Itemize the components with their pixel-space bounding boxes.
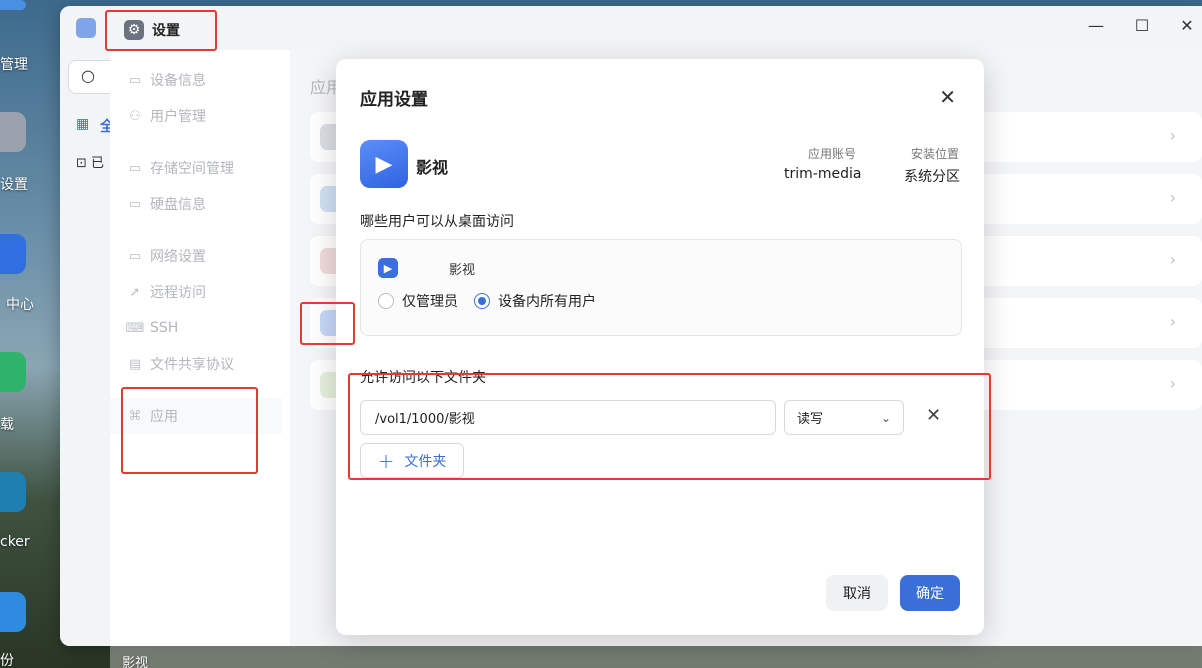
left-nav-installed: 已 xyxy=(91,156,105,171)
desktop-icon-download[interactable] xyxy=(0,352,26,392)
desktop-icon-app-center[interactable] xyxy=(0,234,26,274)
minimize-button[interactable]: — xyxy=(1084,16,1108,35)
dialog-title: 应用设置 xyxy=(360,90,428,110)
radio-label: 仅管理员 xyxy=(402,294,458,310)
desktop-icon-docker[interactable] xyxy=(0,472,26,512)
location-label: 安装位置 xyxy=(911,147,960,161)
media-app-icon: ▶ xyxy=(360,140,408,188)
app-name: 影视 xyxy=(416,158,449,177)
folder-section-label: 允许访问以下文件夹 xyxy=(360,370,486,386)
desktop-icon-file-manager[interactable] xyxy=(0,0,26,10)
installed-icon[interactable]: ⊡ 已 xyxy=(76,152,104,171)
radio-label: 设备内所有用户 xyxy=(498,294,596,310)
chevron-down-icon: ⌄ xyxy=(880,410,891,425)
radio-circle xyxy=(474,293,490,309)
account-value: trim-media xyxy=(784,166,862,182)
remove-folder-icon[interactable]: ✕ xyxy=(926,405,941,426)
radio-admin-only[interactable]: 仅管理员 xyxy=(378,291,458,311)
close-window-button[interactable]: ✕ xyxy=(1175,16,1199,35)
location-value: 系统分区 xyxy=(904,169,960,185)
access-section-label: 哪些用户可以从桌面访问 xyxy=(360,214,514,230)
plus-icon: + xyxy=(377,448,395,473)
close-icon[interactable]: ✕ xyxy=(939,85,956,109)
media-app-small-icon: ▶ xyxy=(378,258,398,278)
desktop-label: 载 xyxy=(0,417,14,433)
desktop-icon-backup[interactable] xyxy=(0,592,26,632)
settings-tab-label: 设置 xyxy=(152,23,180,39)
search-icon: ○ xyxy=(81,66,95,85)
folder-path-input[interactable] xyxy=(360,400,776,435)
confirm-button[interactable]: 确定 xyxy=(900,575,960,611)
gear-icon: ⚙ xyxy=(124,20,144,40)
radio-circle xyxy=(378,293,394,309)
access-app-name: 影视 xyxy=(449,263,476,278)
account-label: 应用账号 xyxy=(808,147,857,161)
access-box: ▶ 影视 仅管理员 设备内所有用户 xyxy=(360,239,962,336)
add-folder-label: 文件夹 xyxy=(404,453,447,470)
permission-select[interactable]: 读写 ⌄ xyxy=(784,400,904,435)
settings-tab[interactable]: ⚙ 设置 xyxy=(106,10,216,50)
grid-icon: ▦ xyxy=(76,116,90,132)
cancel-button[interactable]: 取消 xyxy=(826,575,888,611)
maximize-button[interactable]: ☐ xyxy=(1130,16,1154,35)
left-column: ○ ▦ 全 ⊡ 已 xyxy=(60,50,118,646)
desktop-label: 份 xyxy=(0,653,14,668)
app-logo-icon xyxy=(76,18,96,38)
taskbar-label: 影视 xyxy=(122,656,149,668)
desktop-label: cker xyxy=(0,534,30,550)
titlebar: ⚙ 设置 — ☐ ✕ xyxy=(60,6,1202,50)
radio-all-users[interactable]: 设备内所有用户 xyxy=(474,291,596,311)
add-folder-button[interactable]: + 文件夹 xyxy=(360,443,464,478)
desktop-icon-settings[interactable] xyxy=(0,112,26,152)
app-settings-dialog: 应用设置 ✕ ▶ 影视 应用账号 trim-media 安装位置 系统分区 哪些… xyxy=(336,59,984,635)
desktop-label: 中心 xyxy=(6,297,34,313)
desktop-label: 管理 xyxy=(0,57,28,73)
desktop-label: 设置 xyxy=(0,177,28,193)
permission-value: 读写 xyxy=(797,412,824,427)
